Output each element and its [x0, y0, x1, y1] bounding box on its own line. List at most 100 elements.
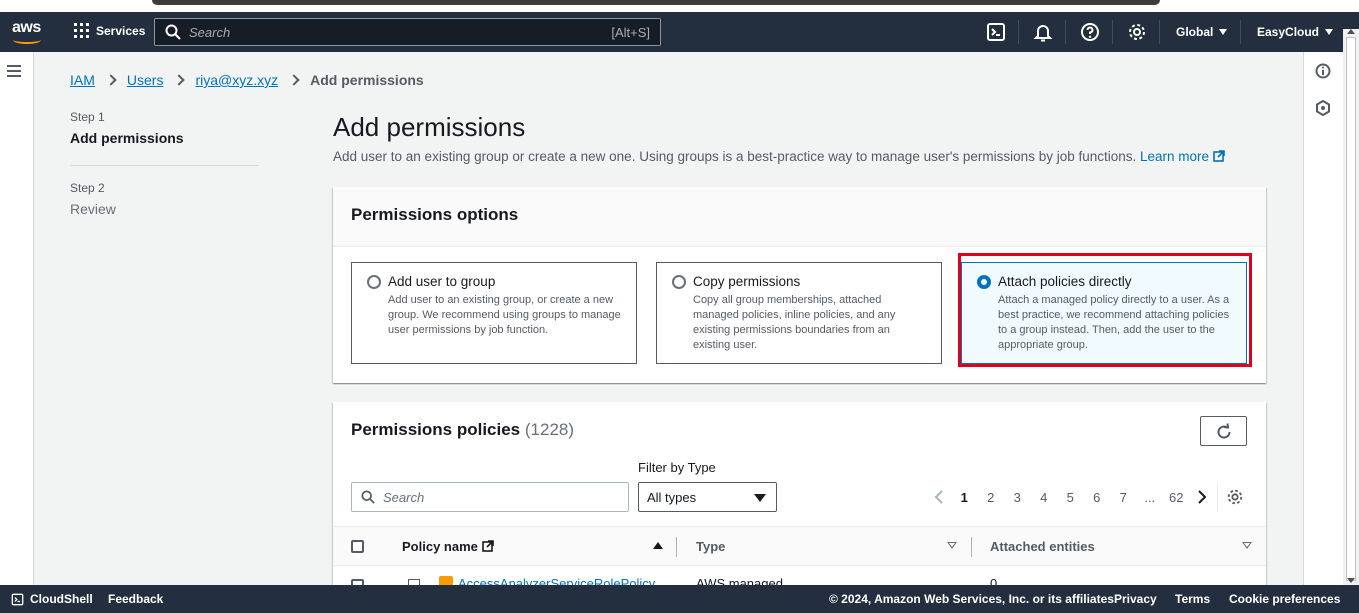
permissions-options-title: Permissions options [333, 187, 1266, 247]
column-divider [676, 537, 677, 557]
column-policy-name[interactable]: Policy name [402, 539, 494, 554]
learn-more-link[interactable]: Learn more [1140, 149, 1225, 164]
caret-down-icon [1219, 29, 1228, 35]
browser-bar [152, 0, 1160, 5]
page-62[interactable]: 62 [1163, 490, 1190, 505]
policy-search [351, 482, 629, 512]
help-icon[interactable] [1080, 22, 1100, 42]
refresh-icon [1217, 423, 1231, 439]
learn-more-label: Learn more [1140, 149, 1210, 164]
search-icon [165, 24, 181, 40]
page-2[interactable]: 2 [978, 490, 1005, 505]
chevron-right-icon[interactable] [1190, 488, 1212, 506]
page-3[interactable]: 3 [1004, 490, 1031, 505]
region-selector[interactable]: Global [1176, 25, 1228, 39]
preferences-gear-icon[interactable] [1226, 488, 1244, 506]
info-icon[interactable] [1315, 63, 1331, 79]
option-description: Add user to an existing group, or create… [388, 294, 621, 336]
pager-divider [1217, 484, 1218, 512]
page-ellipsis: ... [1144, 489, 1156, 505]
column-divider [971, 537, 972, 557]
sort-icon[interactable] [1242, 542, 1252, 549]
breadcrumb-current: Add permissions [310, 72, 424, 88]
global-search-input[interactable] [189, 24, 589, 40]
footer: CloudShell Feedback © 2024, Amazon Web S… [0, 585, 1359, 613]
policies-table-header: Policy name Type Attached entities [333, 526, 1266, 566]
cloudshell-button[interactable]: CloudShell [11, 592, 93, 606]
red-highlight-box [958, 253, 1252, 367]
scrollbar-thumb[interactable] [1346, 37, 1356, 581]
nav-divider [1065, 20, 1066, 44]
select-all-checkbox[interactable] [351, 540, 364, 553]
column-policy-name-label: Policy name [402, 539, 478, 554]
breadcrumb-user[interactable]: riya@xyz.xyz [195, 72, 278, 88]
terms-link[interactable]: Terms [1175, 592, 1210, 606]
chevron-right-icon [288, 74, 300, 86]
wizard-steps: Step 1 Add permissions Step 2 Review [70, 110, 259, 217]
step-divider [70, 165, 259, 166]
step-2-number: Step 2 [70, 181, 105, 195]
account-label: EasyCloud [1257, 25, 1320, 39]
account-menu[interactable]: EasyCloud [1257, 25, 1334, 39]
type-filter-select[interactable]: All types [638, 482, 777, 512]
copyright-text: © 2024, Amazon Web Services, Inc. or its… [829, 592, 1118, 606]
aws-logo[interactable]: aws [12, 19, 44, 45]
scroll-up-icon[interactable] [1347, 29, 1355, 34]
sort-icon[interactable] [947, 542, 957, 549]
hexagon-icon[interactable] [1315, 100, 1331, 116]
step-2-title: Review [70, 201, 116, 217]
page-description: Add user to an existing group or create … [333, 149, 1225, 164]
chevron-left-icon[interactable] [929, 488, 951, 506]
page-description-text: Add user to an existing group or create … [333, 149, 1137, 164]
policies-title-text: Permissions policies [351, 420, 521, 439]
privacy-link[interactable]: Privacy [1114, 592, 1157, 606]
breadcrumb-users[interactable]: Users [127, 72, 164, 88]
menu-icon[interactable] [7, 65, 21, 77]
cloudshell-icon [11, 593, 24, 605]
external-link-icon [1213, 150, 1225, 162]
chevron-right-icon [105, 74, 117, 86]
page-7[interactable]: 7 [1110, 490, 1137, 505]
scrollbar[interactable] [1343, 29, 1359, 585]
step-1-number: Step 1 [70, 110, 105, 124]
cookie-preferences-link[interactable]: Cookie preferences [1229, 592, 1340, 606]
breadcrumb-iam[interactable]: IAM [70, 72, 95, 88]
option-title: Copy permissions [693, 274, 801, 289]
cloudshell-label: CloudShell [30, 592, 93, 606]
refresh-button[interactable] [1200, 416, 1247, 446]
caret-down-icon [1325, 29, 1334, 35]
gear-icon[interactable] [1127, 22, 1147, 42]
radio-button[interactable] [672, 275, 686, 289]
policies-count: (1228) [524, 420, 575, 439]
column-type[interactable]: Type [696, 539, 725, 554]
sort-ascending-icon[interactable] [653, 542, 663, 549]
services-label: Services [96, 23, 146, 38]
nav-divider [1240, 20, 1241, 44]
option-copy-permissions[interactable]: Copy permissions Copy all group membersh… [656, 262, 942, 364]
radio-button[interactable] [367, 275, 381, 289]
page-5[interactable]: 5 [1057, 490, 1084, 505]
permissions-policies-title: Permissions policies (1228) [351, 420, 574, 440]
chevron-right-icon [173, 74, 186, 86]
browser-strip [0, 0, 1359, 12]
policy-search-input[interactable] [383, 489, 613, 505]
services-menu-button[interactable]: Services [74, 23, 145, 38]
column-attached-entities[interactable]: Attached entities [990, 539, 1095, 554]
page-4[interactable]: 4 [1031, 490, 1058, 505]
aws-smile-icon [13, 36, 41, 44]
search-icon [361, 490, 375, 504]
feedback-link[interactable]: Feedback [108, 592, 163, 606]
page-6[interactable]: 6 [1084, 490, 1111, 505]
nav-divider [1159, 20, 1160, 44]
cloudshell-icon[interactable] [986, 22, 1006, 42]
option-add-user-to-group[interactable]: Add user to group Add user to an existin… [351, 262, 637, 364]
option-description: Copy all group memberships, attached man… [693, 294, 896, 351]
option-title: Add user to group [388, 274, 496, 289]
aws-logo-text: aws [12, 19, 41, 36]
bell-icon[interactable] [1033, 22, 1053, 42]
nav-divider [1112, 20, 1113, 44]
scroll-down-icon[interactable] [1347, 578, 1355, 583]
right-rail [1303, 52, 1343, 585]
page-1[interactable]: 1 [951, 490, 978, 505]
type-select-value: All types [647, 490, 697, 505]
